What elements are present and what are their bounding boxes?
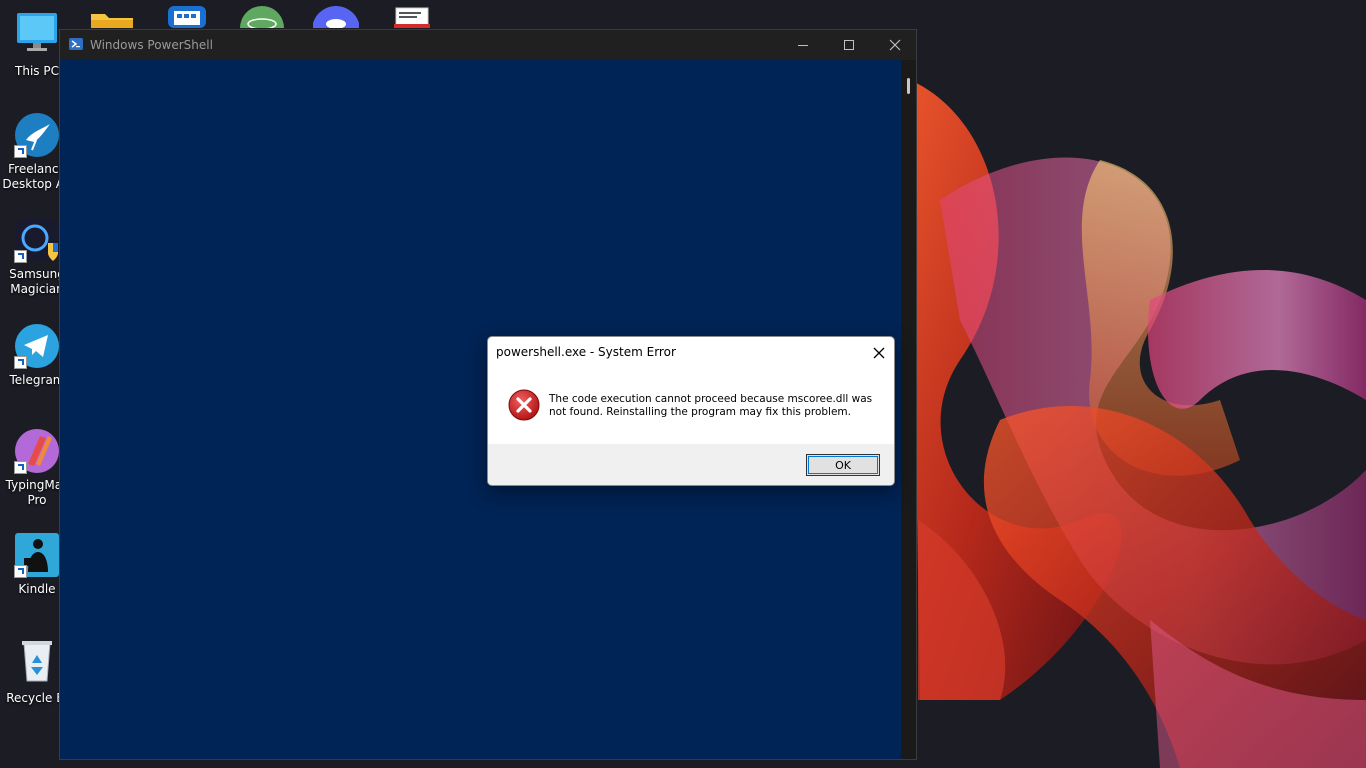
monitor-icon xyxy=(17,13,57,51)
app-grid-icon[interactable] xyxy=(164,0,210,28)
window-title: Windows PowerShell xyxy=(90,38,213,52)
maximize-button[interactable] xyxy=(826,30,872,60)
system-error-dialog[interactable]: powershell.exe - System Error The code e… xyxy=(487,336,895,486)
shortcut-arrow-icon xyxy=(14,356,27,369)
dialog-close-button[interactable] xyxy=(868,342,890,364)
dialog-message-line: not found. Reinstalling the program may … xyxy=(549,406,851,418)
minimize-button[interactable] xyxy=(780,30,826,60)
window-titlebar[interactable]: Windows PowerShell xyxy=(60,30,916,60)
shortcut-arrow-icon xyxy=(14,250,27,263)
dialog-message: The code execution cannot proceed becaus… xyxy=(549,393,879,419)
error-x-icon xyxy=(508,389,540,421)
vertical-scrollbar[interactable] xyxy=(901,60,916,759)
dialog-title: powershell.exe - System Error xyxy=(496,345,676,359)
close-icon xyxy=(873,347,885,359)
folder-icon[interactable] xyxy=(89,0,135,28)
powershell-icon xyxy=(69,38,83,50)
dialog-footer: OK xyxy=(488,444,894,485)
document-icon[interactable] xyxy=(389,0,435,28)
recycle-bin-icon xyxy=(22,641,52,682)
maximize-icon xyxy=(844,40,854,50)
ok-button[interactable]: OK xyxy=(806,454,880,476)
dialog-message-line: The code execution cannot proceed becaus… xyxy=(549,393,873,405)
close-button[interactable] xyxy=(872,30,918,60)
shortcut-arrow-icon xyxy=(14,145,27,158)
close-icon xyxy=(889,39,901,51)
shortcut-arrow-icon xyxy=(14,461,27,474)
atom-app-icon[interactable] xyxy=(239,0,285,28)
minimize-icon xyxy=(798,45,808,46)
shortcut-arrow-icon xyxy=(14,565,27,578)
scrollbar-thumb[interactable] xyxy=(907,78,910,94)
discord-icon[interactable] xyxy=(313,0,359,28)
